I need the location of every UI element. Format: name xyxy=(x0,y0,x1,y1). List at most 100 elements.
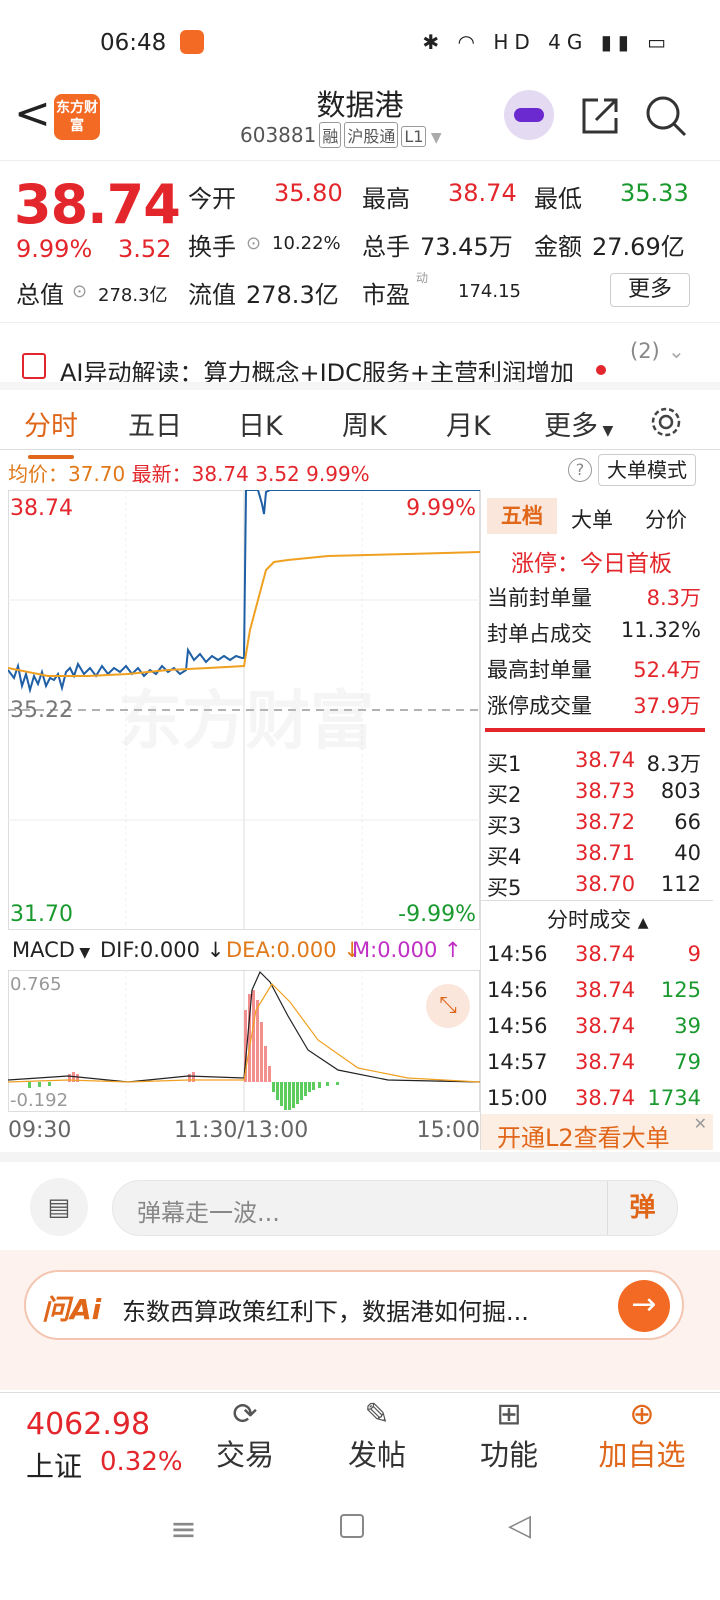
latest-pct: 9.99% xyxy=(306,462,370,486)
trades-title[interactable]: 分时成交 ▲ xyxy=(547,904,648,934)
low-value: 35.33 xyxy=(620,179,689,207)
share-icon[interactable] xyxy=(578,94,622,138)
index-ticker[interactable]: 4062.98 上证 0.32% xyxy=(26,1403,196,1483)
macd-min: -0.192 xyxy=(10,1090,69,1111)
avg-label: 均价： xyxy=(8,462,68,486)
ai-insight-count: (2) xyxy=(630,339,660,363)
stock-code-row[interactable]: 603881 融沪股通 L1 ▼ xyxy=(240,122,442,148)
tag-margin: 融 xyxy=(319,122,342,148)
high-label: 最高 xyxy=(362,185,410,213)
open-label: 今开 xyxy=(188,185,236,213)
back-nav-icon[interactable]: ◁ xyxy=(508,1508,531,1543)
bid-row[interactable]: 买4 38.71 40 xyxy=(487,841,707,871)
current-price: 38.74 xyxy=(14,173,181,236)
amount-label: 金额 xyxy=(534,233,582,261)
bid-row[interactable]: 买3 38.72 66 xyxy=(487,810,707,840)
open-value: 35.80 xyxy=(274,179,343,207)
change-value: 3.52 xyxy=(118,235,172,263)
tab-functions[interactable]: ⊞ 功能 xyxy=(464,1397,554,1474)
pe-value: 174.15 xyxy=(458,281,521,302)
tab-weekly-k[interactable]: 周K xyxy=(342,404,387,443)
index-pct: 0.32% xyxy=(100,1447,183,1477)
yen-icon: ⟳ xyxy=(232,1397,258,1432)
ai-insight-bar[interactable]: AI异动解读：算力概念+IDC服务+主营利润增加 (2) ⌄ xyxy=(0,322,720,387)
time-axis: 09:30 11:30/13:00 15:00 xyxy=(8,1118,480,1148)
tab-more[interactable]: 更多 ▼ xyxy=(544,404,613,443)
unread-dot xyxy=(596,365,606,375)
big-order-mode-button[interactable]: 大单模式 xyxy=(598,454,696,486)
bottom-tabbar: 4062.98 上证 0.32% ⟳ 交易 ✎ 发帖 ⊞ 功能 ⊕ 加自选 xyxy=(0,1392,720,1484)
ai-question-card[interactable]: 问Ai 东数西算政策红利下，数据港如何掘... → xyxy=(24,1270,684,1340)
status-time: 06:48 xyxy=(100,30,167,56)
bid-row[interactable]: 买2 38.73 803 xyxy=(487,779,707,809)
chevron-down-icon[interactable]: ⌄ xyxy=(668,339,685,363)
expand-icon[interactable]: ⤡ xyxy=(426,984,470,1028)
latest-label: 最新： xyxy=(131,462,192,486)
time-close: 15:00 xyxy=(416,1118,480,1143)
tab-big-order[interactable]: 大单 xyxy=(571,504,613,534)
system-navbar: ≡ ◁ xyxy=(0,1484,720,1600)
app-notification-icon xyxy=(180,30,204,54)
plus-circle-icon: ⊕ xyxy=(629,1397,655,1432)
status-bar: 06:48 ✱ ◠ HD 4G ▮▮ ▭ xyxy=(0,0,720,86)
grid-icon: ⊞ xyxy=(496,1397,522,1432)
stat-label: 当前封单量 xyxy=(487,586,592,610)
tab-monthly-k[interactable]: 月K xyxy=(446,404,491,443)
bid-row[interactable]: 买1 38.74 8.3万 xyxy=(487,748,707,778)
help-icon[interactable]: ? xyxy=(568,458,592,482)
info-icon[interactable]: ⊙ xyxy=(72,281,87,302)
stat-value: 37.9万 xyxy=(633,694,701,718)
avg-value: 37.70 xyxy=(68,462,126,486)
bid-row[interactable]: 买5 38.70 112 xyxy=(487,872,707,902)
axis-top-pct: 9.99% xyxy=(406,496,476,521)
tab-five-day[interactable]: 五日 xyxy=(128,404,182,443)
info-icon[interactable]: ⊙ xyxy=(246,233,261,254)
mktcap-label: 总值 xyxy=(16,281,64,309)
axis-bottom-price: 31.70 xyxy=(10,902,73,927)
arrow-right-icon[interactable]: → xyxy=(618,1280,670,1332)
gear-icon[interactable] xyxy=(648,404,684,440)
danmu-settings-icon[interactable]: ▤ xyxy=(30,1178,88,1236)
l2-banner[interactable]: 开通L2查看大单 ✕ xyxy=(481,1114,713,1152)
float-label: 流值 xyxy=(188,281,236,309)
menu-icon[interactable]: ≡ xyxy=(170,1510,197,1548)
search-icon[interactable] xyxy=(644,94,688,138)
mktcap-value: 278.3亿 xyxy=(98,285,168,306)
stock-header: < 东方财富 数据港 603881 融沪股通 L1 ▼ xyxy=(0,80,720,158)
tab-intraday[interactable]: 分时 xyxy=(24,404,78,459)
ai-robot-icon[interactable] xyxy=(504,90,554,140)
stat-value: 52.4万 xyxy=(633,658,701,682)
macd-max: 0.765 xyxy=(10,974,62,995)
trade-row: 15:00 38.74 1734 xyxy=(487,1086,701,1110)
tab-five-level[interactable]: 五档 xyxy=(487,498,557,534)
home-icon[interactable] xyxy=(340,1514,364,1538)
close-icon[interactable]: ✕ xyxy=(694,1114,707,1133)
more-button[interactable]: 更多 xyxy=(610,273,690,307)
trade-row: 14:56 38.74 39 xyxy=(487,1014,701,1038)
tag-connect: 沪股通 xyxy=(344,122,399,148)
float-value: 278.3亿 xyxy=(246,281,339,309)
danmu-toggle-button[interactable]: 弹 xyxy=(607,1181,677,1235)
tab-post[interactable]: ✎ 发帖 xyxy=(332,1397,422,1474)
latest-change: 3.52 xyxy=(255,462,300,486)
macd-selector[interactable]: MACD ▼ xyxy=(12,938,90,962)
tab-add-watchlist[interactable]: ⊕ 加自选 xyxy=(592,1397,692,1474)
tab-trade[interactable]: ⟳ 交易 xyxy=(200,1397,290,1474)
dropdown-icon: ▼ xyxy=(426,130,442,146)
index-name: 上证 xyxy=(26,1450,83,1483)
time-open: 09:30 xyxy=(8,1118,72,1143)
trade-row: 14:57 38.74 79 xyxy=(487,1050,701,1074)
high-value: 38.74 xyxy=(448,179,517,207)
trade-row: 14:56 38.74 9 xyxy=(487,942,701,966)
turnover-value: 10.22% xyxy=(272,233,341,254)
volume-label: 总手 xyxy=(362,233,410,261)
tab-price-dist[interactable]: 分价 xyxy=(645,504,687,534)
axis-bottom-pct: -9.99% xyxy=(398,902,476,927)
tag-level: L1 xyxy=(401,126,427,147)
stat-label: 封单占成交 xyxy=(487,622,592,646)
macd-hist-green xyxy=(28,1082,339,1110)
intraday-chart[interactable]: 38.74 9.99% 35.22 东方财富 31.70 -9.99% xyxy=(8,490,480,930)
tab-daily-k[interactable]: 日K xyxy=(238,404,283,443)
low-label: 最低 xyxy=(534,185,582,213)
danmu-input[interactable]: 弹幕走一波... 弹 xyxy=(112,1180,678,1236)
